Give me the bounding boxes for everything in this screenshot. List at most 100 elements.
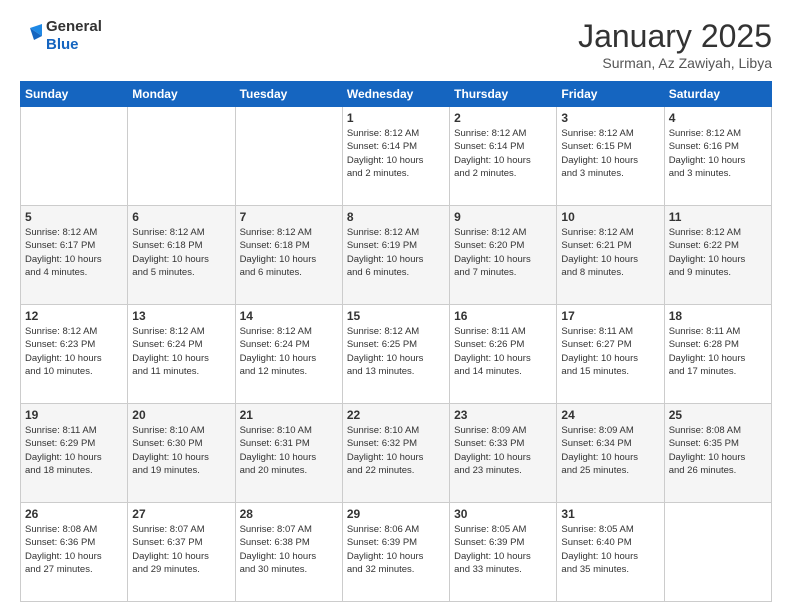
day-info: Sunrise: 8:12 AM Sunset: 6:14 PM Dayligh… <box>347 127 445 180</box>
day-number: 26 <box>25 507 123 521</box>
day-info: Sunrise: 8:11 AM Sunset: 6:29 PM Dayligh… <box>25 424 123 477</box>
day-number: 27 <box>132 507 230 521</box>
col-tuesday: Tuesday <box>235 82 342 107</box>
calendar-cell: 9 Sunrise: 8:12 AM Sunset: 6:20 PM Daylig… <box>450 206 557 305</box>
calendar-cell <box>235 107 342 206</box>
logo-name-general: General <box>46 18 102 36</box>
logo-bird-icon <box>20 22 42 50</box>
col-monday: Monday <box>128 82 235 107</box>
calendar-cell: 7 Sunrise: 8:12 AM Sunset: 6:18 PM Daylig… <box>235 206 342 305</box>
day-info: Sunrise: 8:12 AM Sunset: 6:22 PM Dayligh… <box>669 226 767 279</box>
day-number: 4 <box>669 111 767 125</box>
calendar-cell: 13 Sunrise: 8:12 AM Sunset: 6:24 PM Dayli… <box>128 305 235 404</box>
day-number: 19 <box>25 408 123 422</box>
calendar-cell: 29 Sunrise: 8:06 AM Sunset: 6:39 PM Dayli… <box>342 503 449 602</box>
calendar-cell: 10Sunrise: 8:12 AM Sunset: 6:21 PM Dayli… <box>557 206 664 305</box>
day-number: 18 <box>669 309 767 323</box>
calendar-cell: 21 Sunrise: 8:10 AM Sunset: 6:31 PM Dayli… <box>235 404 342 503</box>
calendar-cell: 14 Sunrise: 8:12 AM Sunset: 6:24 PM Dayli… <box>235 305 342 404</box>
logo-name-blue: Blue <box>46 36 102 54</box>
calendar-cell: 30Sunrise: 8:05 AM Sunset: 6:39 PM Dayli… <box>450 503 557 602</box>
calendar-cell: 24Sunrise: 8:09 AM Sunset: 6:34 PM Dayli… <box>557 404 664 503</box>
calendar-cell: 3Sunrise: 8:12 AM Sunset: 6:15 PM Daylig… <box>557 107 664 206</box>
calendar-cell: 18 Sunrise: 8:11 AM Sunset: 6:28 PM Dayli… <box>664 305 771 404</box>
day-info: Sunrise: 8:11 AM Sunset: 6:27 PM Dayligh… <box>561 325 659 378</box>
day-info: Sunrise: 8:11 AM Sunset: 6:26 PM Dayligh… <box>454 325 552 378</box>
day-info: Sunrise: 8:10 AM Sunset: 6:31 PM Dayligh… <box>240 424 338 477</box>
logo: General Blue <box>20 18 102 54</box>
calendar-cell: 22Sunrise: 8:10 AM Sunset: 6:32 PM Dayli… <box>342 404 449 503</box>
day-info: Sunrise: 8:08 AM Sunset: 6:36 PM Dayligh… <box>25 523 123 576</box>
day-info: Sunrise: 8:12 AM Sunset: 6:24 PM Dayligh… <box>132 325 230 378</box>
day-number: 8 <box>347 210 445 224</box>
day-info: Sunrise: 8:12 AM Sunset: 6:23 PM Dayligh… <box>25 325 123 378</box>
col-wednesday: Wednesday <box>342 82 449 107</box>
week-row-5: 26 Sunrise: 8:08 AM Sunset: 6:36 PM Dayli… <box>21 503 772 602</box>
week-row-4: 19 Sunrise: 8:11 AM Sunset: 6:29 PM Dayli… <box>21 404 772 503</box>
calendar-cell: 19 Sunrise: 8:11 AM Sunset: 6:29 PM Dayli… <box>21 404 128 503</box>
day-info: Sunrise: 8:09 AM Sunset: 6:34 PM Dayligh… <box>561 424 659 477</box>
calendar-cell: 17 Sunrise: 8:11 AM Sunset: 6:27 PM Dayli… <box>557 305 664 404</box>
calendar-cell: 6 Sunrise: 8:12 AM Sunset: 6:18 PM Daylig… <box>128 206 235 305</box>
calendar-header-row: Sunday Monday Tuesday Wednesday Thursday… <box>21 82 772 107</box>
day-number: 13 <box>132 309 230 323</box>
day-info: Sunrise: 8:12 AM Sunset: 6:18 PM Dayligh… <box>132 226 230 279</box>
day-info: Sunrise: 8:12 AM Sunset: 6:17 PM Dayligh… <box>25 226 123 279</box>
day-number: 17 <box>561 309 659 323</box>
day-info: Sunrise: 8:06 AM Sunset: 6:39 PM Dayligh… <box>347 523 445 576</box>
day-info: Sunrise: 8:05 AM Sunset: 6:39 PM Dayligh… <box>454 523 552 576</box>
day-info: Sunrise: 8:12 AM Sunset: 6:18 PM Dayligh… <box>240 226 338 279</box>
calendar-cell <box>128 107 235 206</box>
day-number: 28 <box>240 507 338 521</box>
calendar-table: Sunday Monday Tuesday Wednesday Thursday… <box>20 81 772 602</box>
day-info: Sunrise: 8:10 AM Sunset: 6:32 PM Dayligh… <box>347 424 445 477</box>
day-number: 6 <box>132 210 230 224</box>
day-number: 1 <box>347 111 445 125</box>
month-title: January 2025 <box>578 18 772 55</box>
day-number: 9 <box>454 210 552 224</box>
calendar-cell <box>21 107 128 206</box>
calendar-cell <box>664 503 771 602</box>
day-number: 5 <box>25 210 123 224</box>
calendar-cell: 28Sunrise: 8:07 AM Sunset: 6:38 PM Dayli… <box>235 503 342 602</box>
day-info: Sunrise: 8:12 AM Sunset: 6:19 PM Dayligh… <box>347 226 445 279</box>
col-friday: Friday <box>557 82 664 107</box>
day-info: Sunrise: 8:07 AM Sunset: 6:37 PM Dayligh… <box>132 523 230 576</box>
day-info: Sunrise: 8:12 AM Sunset: 6:16 PM Dayligh… <box>669 127 767 180</box>
day-info: Sunrise: 8:12 AM Sunset: 6:24 PM Dayligh… <box>240 325 338 378</box>
col-sunday: Sunday <box>21 82 128 107</box>
calendar-cell: 8 Sunrise: 8:12 AM Sunset: 6:19 PM Daylig… <box>342 206 449 305</box>
calendar-cell: 11Sunrise: 8:12 AM Sunset: 6:22 PM Dayli… <box>664 206 771 305</box>
day-number: 29 <box>347 507 445 521</box>
calendar-cell: 26 Sunrise: 8:08 AM Sunset: 6:36 PM Dayli… <box>21 503 128 602</box>
calendar-cell: 16Sunrise: 8:11 AM Sunset: 6:26 PM Dayli… <box>450 305 557 404</box>
col-saturday: Saturday <box>664 82 771 107</box>
day-number: 20 <box>132 408 230 422</box>
day-info: Sunrise: 8:08 AM Sunset: 6:35 PM Dayligh… <box>669 424 767 477</box>
day-number: 31 <box>561 507 659 521</box>
day-info: Sunrise: 8:12 AM Sunset: 6:15 PM Dayligh… <box>561 127 659 180</box>
location: Surman, Az Zawiyah, Libya <box>578 55 772 71</box>
day-info: Sunrise: 8:12 AM Sunset: 6:21 PM Dayligh… <box>561 226 659 279</box>
calendar-cell: 20 Sunrise: 8:10 AM Sunset: 6:30 PM Dayli… <box>128 404 235 503</box>
calendar-cell: 5 Sunrise: 8:12 AM Sunset: 6:17 PM Daylig… <box>21 206 128 305</box>
day-info: Sunrise: 8:12 AM Sunset: 6:20 PM Dayligh… <box>454 226 552 279</box>
day-number: 25 <box>669 408 767 422</box>
day-info: Sunrise: 8:10 AM Sunset: 6:30 PM Dayligh… <box>132 424 230 477</box>
day-number: 21 <box>240 408 338 422</box>
calendar-cell: 1 Sunrise: 8:12 AM Sunset: 6:14 PM Daylig… <box>342 107 449 206</box>
title-block: January 2025 Surman, Az Zawiyah, Libya <box>578 18 772 71</box>
col-thursday: Thursday <box>450 82 557 107</box>
day-number: 14 <box>240 309 338 323</box>
calendar-cell: 4 Sunrise: 8:12 AM Sunset: 6:16 PM Daylig… <box>664 107 771 206</box>
day-info: Sunrise: 8:11 AM Sunset: 6:28 PM Dayligh… <box>669 325 767 378</box>
calendar-cell: 31Sunrise: 8:05 AM Sunset: 6:40 PM Dayli… <box>557 503 664 602</box>
day-number: 12 <box>25 309 123 323</box>
page: General Blue January 2025 Surman, Az Zaw… <box>0 0 792 612</box>
day-number: 15 <box>347 309 445 323</box>
day-number: 7 <box>240 210 338 224</box>
calendar-cell: 23Sunrise: 8:09 AM Sunset: 6:33 PM Dayli… <box>450 404 557 503</box>
calendar-cell: 12 Sunrise: 8:12 AM Sunset: 6:23 PM Dayli… <box>21 305 128 404</box>
header: General Blue January 2025 Surman, Az Zaw… <box>20 18 772 71</box>
calendar-cell: 15Sunrise: 8:12 AM Sunset: 6:25 PM Dayli… <box>342 305 449 404</box>
